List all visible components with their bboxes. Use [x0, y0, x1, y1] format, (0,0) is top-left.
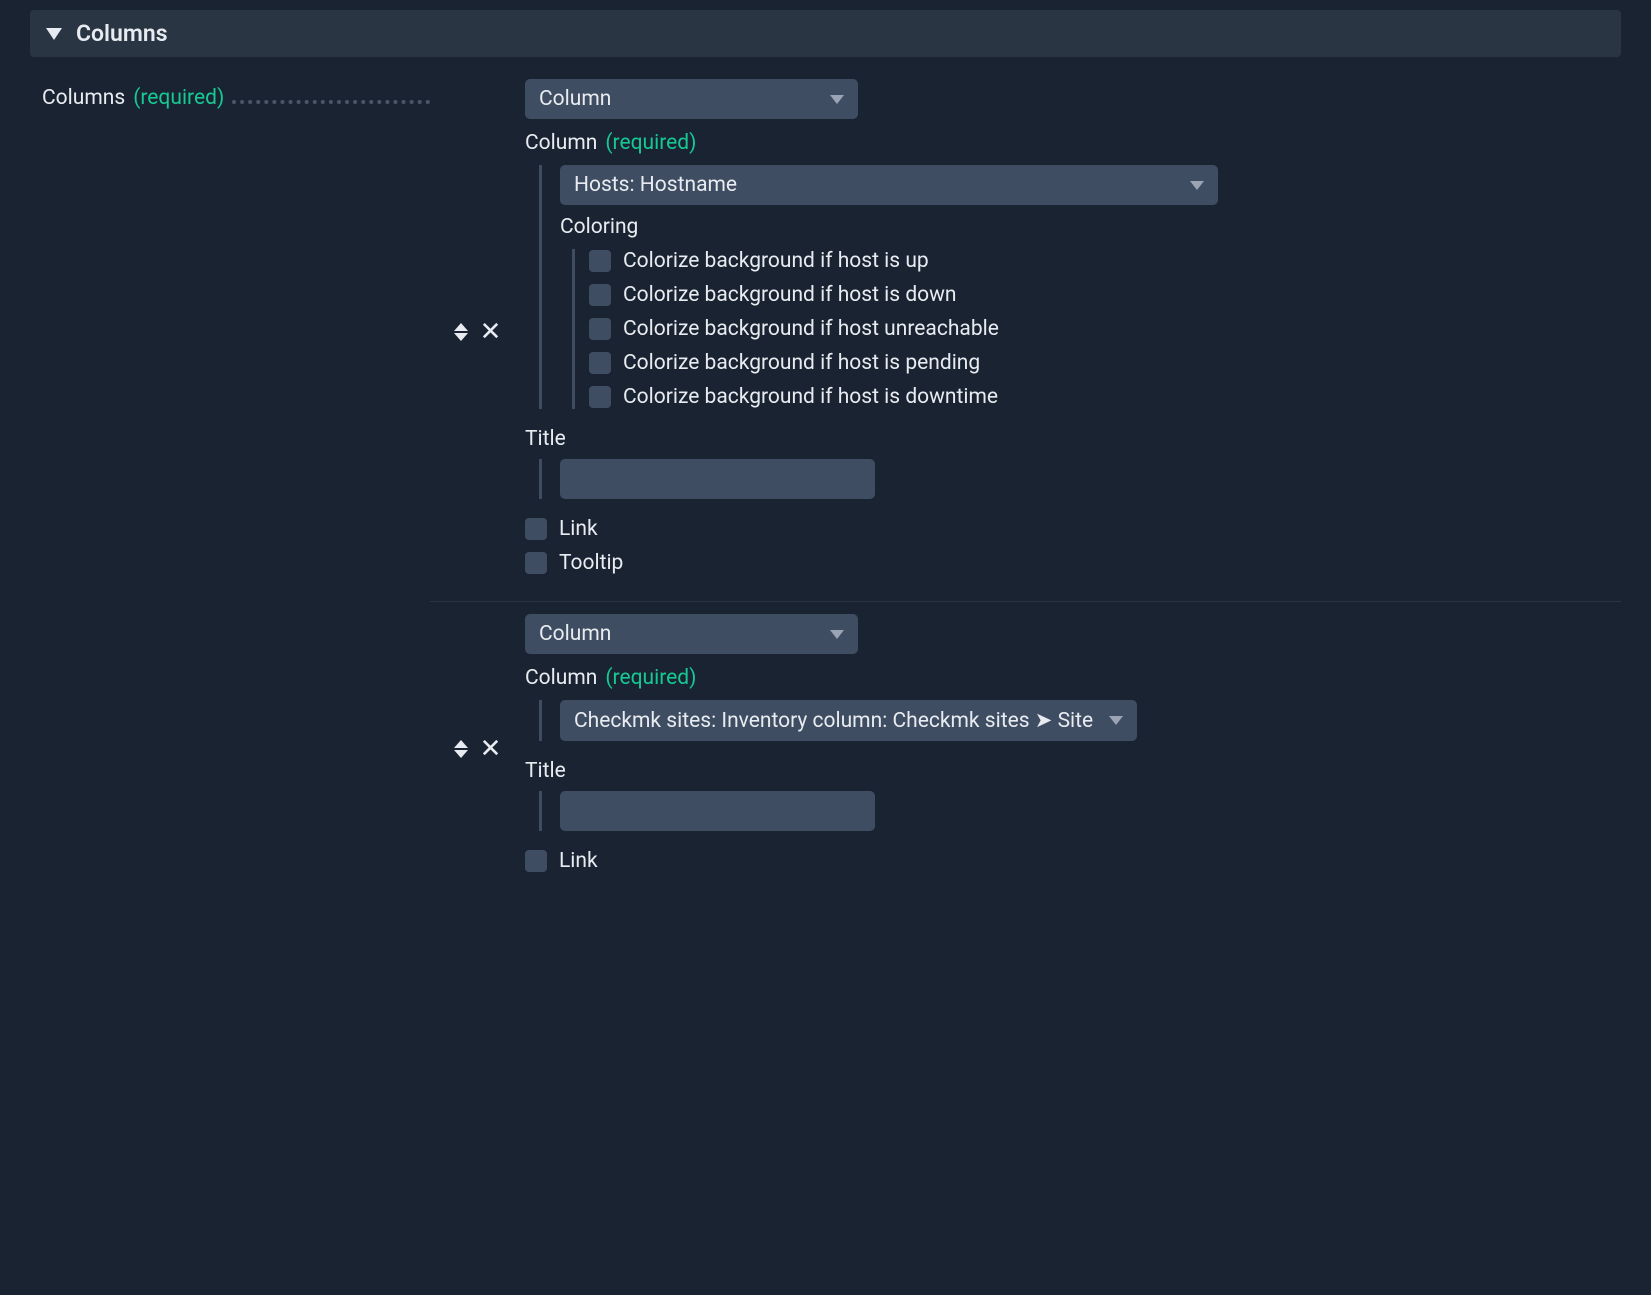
- row-label: Columns (required): [30, 79, 430, 110]
- coloring-checkbox-down[interactable]: [589, 284, 611, 306]
- chevron-down-icon: [454, 750, 468, 758]
- title-input[interactable]: [560, 791, 875, 831]
- select-value: Column: [539, 87, 611, 111]
- column-select[interactable]: Hosts: Hostname: [560, 165, 1218, 205]
- coloring-label: Colorize background if host is downtime: [623, 385, 998, 409]
- column-type-select[interactable]: Column: [525, 614, 858, 654]
- remove-icon[interactable]: ✕: [480, 736, 502, 762]
- chevron-up-icon: [454, 740, 468, 748]
- coloring-label: Colorize background if host is pending: [623, 351, 980, 375]
- column-item: ✕ Column Column (required) Hosts: Hostna…: [430, 79, 1621, 602]
- field-label: Column: [525, 131, 597, 155]
- caret-down-icon: [46, 28, 62, 40]
- coloring-label: Colorize background if host is up: [623, 249, 929, 273]
- caret-down-icon: [1109, 716, 1123, 725]
- row-label-text: Columns: [42, 86, 125, 110]
- tooltip-label: Tooltip: [559, 551, 623, 575]
- chevron-down-icon: [454, 333, 468, 341]
- reorder-handle[interactable]: [454, 740, 468, 758]
- required-marker: (required): [605, 131, 696, 155]
- coloring-label: Colorize background if host unreachable: [623, 317, 999, 341]
- column-type-select[interactable]: Column: [525, 79, 858, 119]
- tooltip-checkbox[interactable]: [525, 552, 547, 574]
- select-value: Column: [539, 622, 611, 646]
- caret-down-icon: [830, 630, 844, 639]
- field-label: Column: [525, 666, 597, 690]
- title-heading: Title: [525, 759, 1561, 783]
- reorder-handle[interactable]: [454, 323, 468, 341]
- select-value: Checkmk sites: Inventory column: Checkmk…: [574, 708, 1093, 733]
- link-label: Link: [559, 517, 598, 541]
- required-marker: (required): [133, 86, 224, 110]
- required-marker: (required): [605, 666, 696, 690]
- remove-icon[interactable]: ✕: [480, 319, 502, 345]
- link-checkbox[interactable]: [525, 850, 547, 872]
- select-value: Hosts: Hostname: [574, 173, 737, 197]
- coloring-checkbox-up[interactable]: [589, 250, 611, 272]
- coloring-checkbox-downtime[interactable]: [589, 386, 611, 408]
- column-select[interactable]: Checkmk sites: Inventory column: Checkmk…: [560, 700, 1137, 741]
- section-header-columns[interactable]: Columns: [30, 10, 1621, 57]
- coloring-checkbox-unreachable[interactable]: [589, 318, 611, 340]
- coloring-label: Colorize background if host is down: [623, 283, 957, 307]
- link-checkbox[interactable]: [525, 518, 547, 540]
- title-input[interactable]: [560, 459, 875, 499]
- column-item: ✕ Column Column (required) Checkmk sites…: [430, 614, 1621, 899]
- coloring-heading: Coloring: [560, 215, 1561, 239]
- caret-down-icon: [1190, 181, 1204, 190]
- caret-down-icon: [830, 95, 844, 104]
- coloring-checkbox-pending[interactable]: [589, 352, 611, 374]
- link-label: Link: [559, 849, 598, 873]
- section-title: Columns: [76, 20, 168, 47]
- chevron-up-icon: [454, 323, 468, 331]
- dotted-leader: [232, 83, 430, 104]
- title-heading: Title: [525, 427, 1561, 451]
